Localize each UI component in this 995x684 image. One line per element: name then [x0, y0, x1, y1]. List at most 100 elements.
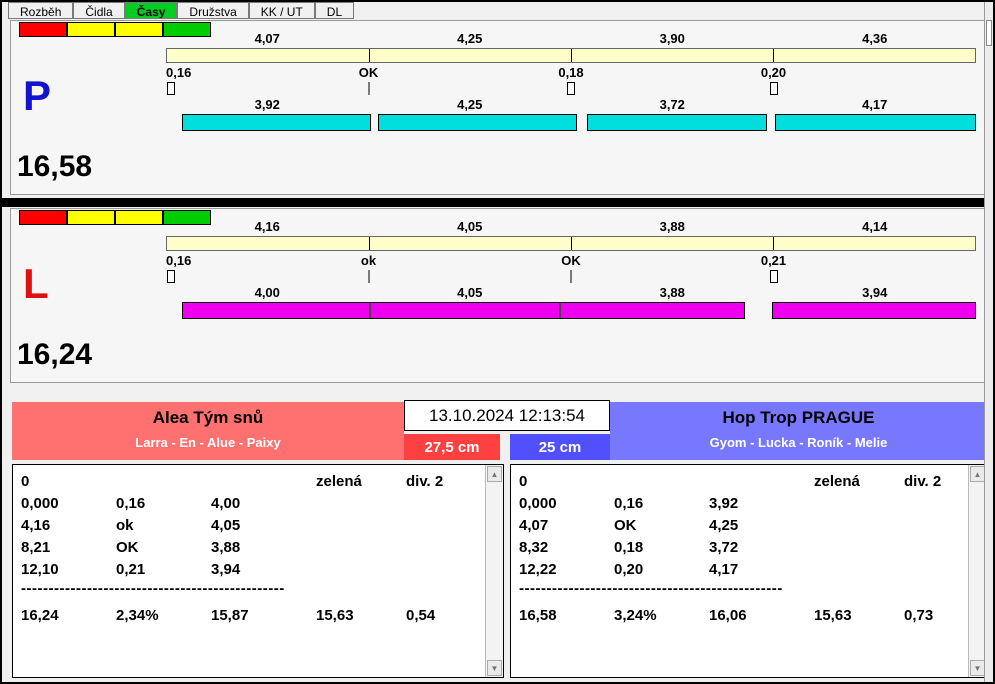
table-header-row: 0 zelená div. 2 — [519, 471, 964, 493]
reaction-labels: 0,16 ok OK 0,21 — [166, 253, 976, 268]
table-row: 0,000 0,16 3,92 — [519, 493, 964, 515]
reaction-label: 0,16 — [166, 65, 192, 80]
sensor-ticks — [166, 270, 976, 284]
reaction-label: 0,20 — [760, 65, 787, 80]
leg-label: 4,17 — [862, 97, 888, 112]
table-cell-percent: 2,34% — [116, 607, 159, 624]
table-cell: 4,16 — [21, 517, 51, 534]
leg-bar-segment — [775, 114, 976, 131]
team-name: Hop Trop PRAGUE — [722, 408, 875, 427]
table-cell-division: div. 2 — [904, 473, 942, 490]
leg-bar-segment — [587, 114, 767, 131]
team-members: Larra - En - Alue - Paixy — [135, 435, 281, 450]
lane-total-time-p: 16,58 — [17, 150, 93, 183]
sensor-tick — [769, 270, 778, 283]
tab-druzstva[interactable]: Družstva — [177, 2, 249, 19]
table-row: 4,16 ok 4,05 — [21, 515, 481, 537]
table-cell: 8,32 — [519, 539, 549, 556]
table-cell-total: 16,24 — [21, 607, 59, 624]
status-light-red — [19, 210, 67, 225]
leg-bar-segment — [378, 114, 578, 131]
table-cell: 4,00 — [211, 495, 241, 512]
split-label: 4,05 — [457, 219, 483, 234]
table-cell: 0,73 — [904, 607, 934, 624]
team-members: Gyom - Lucka - Roník - Melie — [709, 435, 888, 450]
status-light-yellow-2 — [115, 22, 163, 37]
table-cell: 0,16 — [614, 495, 644, 512]
leg-label: 3,92 — [254, 97, 280, 112]
tab-rozbeh[interactable]: Rozběh — [8, 2, 74, 19]
table-row: 12,22 0,20 4,17 — [519, 559, 964, 581]
sensor-tick — [570, 270, 572, 283]
table-cell: 15,87 — [211, 607, 249, 624]
date-time: 13.10.2024 12:13:54 — [404, 400, 610, 431]
split-label: 4,16 — [254, 219, 280, 234]
table-cell: 0,20 — [614, 561, 644, 578]
scroll-down-icon[interactable]: ▼ — [487, 660, 502, 676]
table-cell: 0,000 — [21, 495, 59, 512]
table-cell: 3,94 — [211, 561, 241, 578]
lane-track-l: 4,16 4,05 3,88 4,14 0,16 ok OK 0,21 4,00… — [166, 209, 976, 382]
leg-labels: 4,00 4,05 3,88 3,94 — [166, 285, 976, 300]
table-cell-percent: 3,24% — [614, 607, 657, 624]
team-header-left: Alea Tým snů Larra - En - Alue - Paixy — [12, 402, 404, 460]
table-row: 8,21 OK 3,88 — [21, 537, 481, 559]
sensor-tick — [769, 82, 778, 95]
reaction-label: 0,21 — [760, 253, 787, 268]
table-cell-flag: zelená — [814, 473, 860, 490]
leg-label: 3,88 — [659, 285, 685, 300]
table-header-row: 0 zelená div. 2 — [21, 471, 481, 493]
table-cell: ok — [116, 517, 134, 534]
table-cell: 3,92 — [709, 495, 739, 512]
results-table-right: 0 zelená div. 2 0,000 0,16 3,92 4,07 OK … — [510, 464, 987, 678]
table-cell: OK — [116, 539, 139, 556]
sensor-ticks — [166, 82, 976, 96]
tab-dl[interactable]: DL — [314, 2, 355, 19]
split-label: 3,90 — [659, 31, 685, 46]
sensor-tick — [368, 270, 369, 283]
table-cell: 0,21 — [116, 561, 146, 578]
table-cell-flag: zelená — [316, 473, 362, 490]
scrollbar-thumb[interactable] — [986, 20, 992, 46]
tab-cidla[interactable]: Čidla — [73, 2, 125, 19]
table-row: 0,000 0,16 4,00 — [21, 493, 481, 515]
leg-bar-segment — [771, 302, 976, 319]
split-labels: 4,07 4,25 3,90 4,36 — [166, 31, 976, 46]
status-light-yellow-1 — [67, 210, 115, 225]
table-cell: 15,63 — [814, 607, 852, 624]
reaction-label: 0,18 — [558, 65, 584, 80]
lane-letter-l: L — [23, 260, 49, 307]
status-light-yellow-2 — [115, 210, 163, 225]
sensor-tick — [167, 270, 175, 283]
table-cell-total: 16,58 — [519, 607, 557, 624]
scroll-up-icon[interactable]: ▲ — [487, 466, 502, 482]
split-label: 4,25 — [457, 31, 483, 46]
lane-panel-l: L 16,24 4,16 4,05 3,88 4,14 0,16 ok OK 0… — [10, 208, 985, 383]
table-cell: 0,16 — [116, 495, 146, 512]
table-cell: 16,06 — [709, 607, 747, 624]
table-scrollbar[interactable]: ▲ ▼ — [485, 465, 503, 677]
window-scrollbar[interactable] — [984, 2, 993, 682]
table-totals-row: 16,58 3,24% 16,06 15,63 0,73 — [519, 605, 964, 627]
table-row: 4,07 OK 4,25 — [519, 515, 964, 537]
leg-bar-segment — [182, 114, 371, 131]
tab-kk-ut[interactable]: KK / UT — [248, 2, 315, 19]
tab-casy[interactable]: Časy — [124, 2, 178, 19]
split-label: 3,88 — [659, 219, 685, 234]
split-scale-bar — [166, 48, 976, 63]
table-cell: 3,88 — [211, 539, 241, 556]
sensor-tick — [567, 82, 575, 95]
reaction-label: ok — [360, 253, 377, 268]
leg-bar-segment-merged — [182, 302, 746, 319]
status-light-red — [19, 22, 67, 37]
lane-letter-p: P — [23, 72, 52, 119]
scroll-up-icon[interactable]: ▲ — [970, 466, 985, 482]
table-cell: 0,18 — [614, 539, 644, 556]
table-cell: 4,05 — [211, 517, 241, 534]
sensor-tick — [368, 82, 369, 95]
height-badge-right: 25 cm — [510, 434, 610, 460]
reaction-labels: 0,16 OK 0,18 0,20 — [166, 65, 976, 80]
scroll-down-icon[interactable]: ▼ — [970, 660, 985, 676]
reaction-label: 0,16 — [166, 253, 192, 268]
table-cell: 4,25 — [709, 517, 739, 534]
